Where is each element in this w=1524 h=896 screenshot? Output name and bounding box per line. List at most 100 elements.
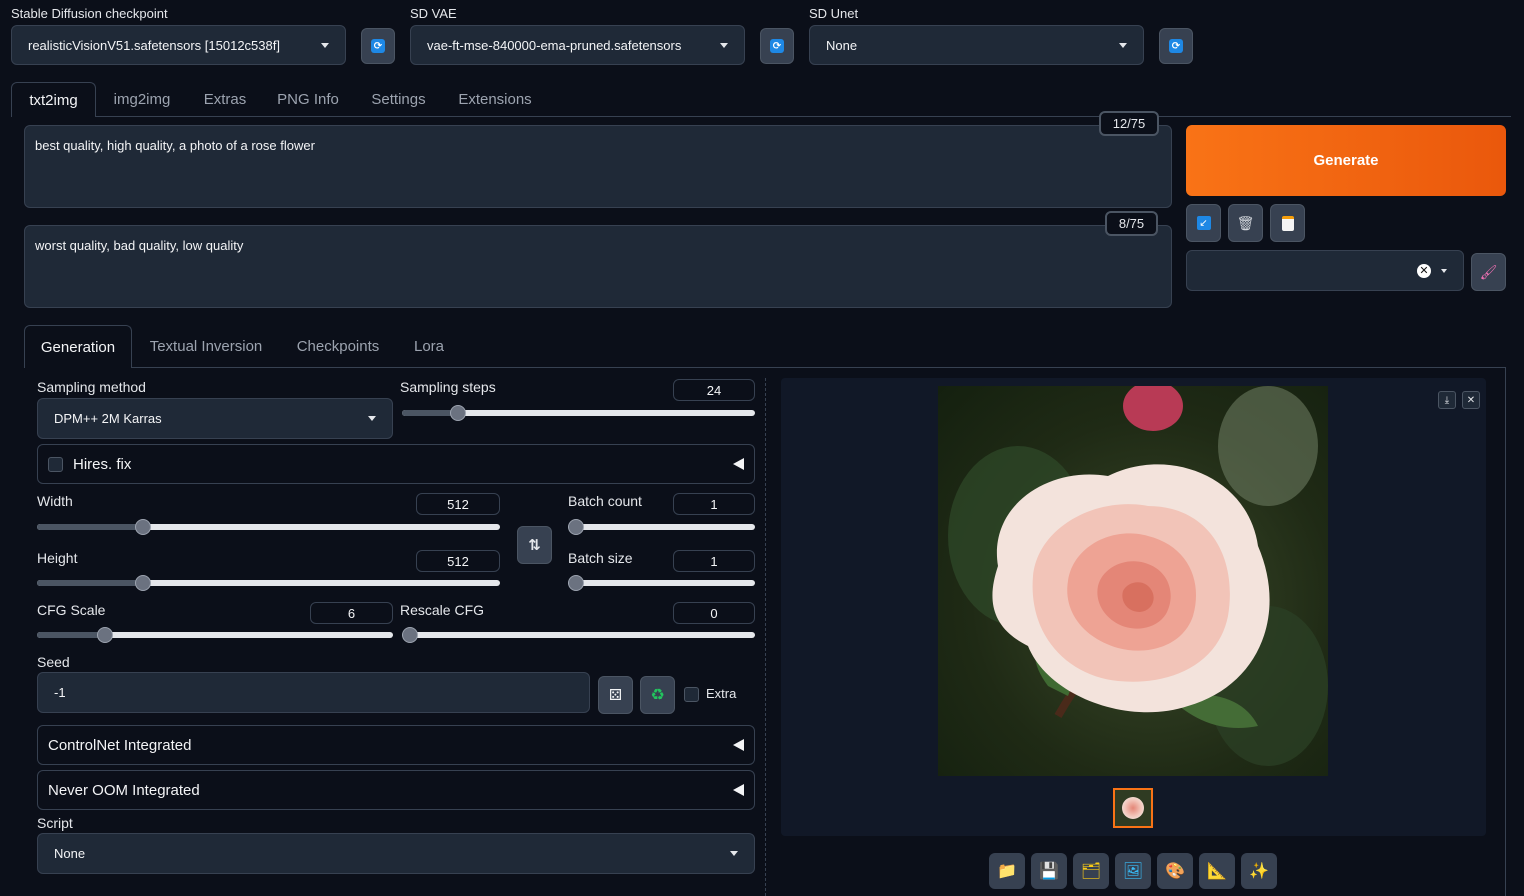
batch-size-slider[interactable] [568,575,755,591]
batch-size-input[interactable]: 1 [673,550,755,572]
rescale-cfg-slider[interactable] [402,627,755,643]
prompt-text: best quality, high quality, a photo of a… [35,138,315,153]
swap-dimensions-button[interactable]: ⇅ [517,526,552,564]
never-oom-accordion[interactable]: Never OOM Integrated [37,770,755,810]
send-to-inpaint-button[interactable]: 🎨 [1157,853,1193,889]
seed-value: -1 [54,685,66,700]
clear-icon[interactable]: ✕ [1417,263,1431,278]
tab-txt2img[interactable]: txt2img [11,82,96,117]
batch-count-label: Batch count [568,493,642,509]
refresh-vae-button[interactable]: ⟳ [760,28,794,64]
width-label: Width [37,493,73,509]
reuse-seed-button[interactable]: ♻ [640,676,675,714]
edit-styles-button[interactable]: 🖌 [1471,253,1506,291]
chevron-down-icon [730,851,738,856]
random-seed-button[interactable]: ⚄ [598,676,633,714]
sampling-method-dropdown[interactable]: DPM++ 2M Karras [37,398,393,439]
close-icon: ✕ [1466,394,1476,406]
generate-button[interactable]: Generate [1186,125,1506,196]
cfg-scale-input[interactable]: 6 [310,602,393,624]
tab-lora[interactable]: Lora [402,325,456,368]
prompt-textarea[interactable]: best quality, high quality, a photo of a… [24,125,1172,208]
slider-thumb[interactable] [135,519,152,535]
image-thumbnail[interactable] [1113,788,1153,828]
collapse-triangle-icon [733,739,744,751]
slider-thumb[interactable] [96,627,113,643]
zip-icon: 🗂 [1080,863,1102,880]
hires-fix-checkbox[interactable] [48,456,63,472]
swap-icon: ⇅ [528,537,541,554]
script-label: Script [37,815,73,831]
collapse-triangle-icon [733,784,744,796]
refresh-unet-button[interactable]: ⟳ [1159,28,1193,64]
slider-thumb[interactable] [135,575,152,591]
seed-input[interactable]: -1 [37,672,590,713]
tab-settings[interactable]: Settings [356,82,441,117]
clipboard-button[interactable] [1270,204,1305,242]
hires-fix-accordion[interactable]: Hires. fix [37,444,755,484]
slider-thumb[interactable] [568,575,584,591]
column-divider [765,378,766,896]
unet-value: None [826,37,858,53]
folder-icon: 📁 [997,863,1017,880]
prompt-token-counter: 12/75 [1099,111,1159,136]
width-slider[interactable] [37,519,500,535]
sampling-steps-slider[interactable] [402,405,755,421]
thumbnail-image [1122,797,1144,819]
save-button[interactable]: 💾 [1031,853,1067,889]
upscale-button[interactable]: ✨ [1241,853,1277,889]
sampling-method-label: Sampling method [37,379,146,395]
send-to-extras-button[interactable]: 📐 [1199,853,1235,889]
slider-fill [37,524,144,530]
image-icon: 🖼 [1122,863,1144,880]
slider-thumb[interactable] [450,405,467,421]
generated-image[interactable] [938,386,1328,776]
negative-prompt-textarea[interactable]: worst quality, bad quality, low quality [24,225,1172,308]
chevron-down-icon [1119,42,1127,48]
trash-button[interactable]: 🗑 [1228,204,1263,242]
controlnet-label: ControlNet Integrated [48,736,192,754]
negative-prompt-token-counter: 8/75 [1105,211,1158,236]
slider-thumb[interactable] [568,519,584,535]
download-icon: ⤓ [1444,394,1450,406]
close-image-button[interactable]: ✕ [1462,391,1480,409]
batch-count-slider[interactable] [568,519,755,535]
slider-thumb[interactable] [402,627,418,643]
download-image-button[interactable]: ⤓ [1438,391,1456,409]
cfg-scale-slider[interactable] [37,627,393,643]
zip-button[interactable]: 🗂 [1073,853,1109,889]
tab-textual-inversion[interactable]: Textual Inversion [138,325,274,368]
vae-dropdown[interactable]: vae-ft-mse-840000-ema-pruned.safetensors [410,25,745,65]
palette-icon: 🎨 [1165,863,1185,880]
unet-dropdown[interactable]: None [809,25,1144,65]
sampling-steps-input[interactable]: 24 [673,379,755,401]
send-to-img2img-button[interactable]: 🖼 [1115,853,1151,889]
slider-fill [37,632,105,638]
refresh-checkpoint-button[interactable]: ⟳ [361,28,395,64]
tab-generation[interactable]: Generation [24,325,132,368]
tab-img2img[interactable]: img2img [98,82,186,117]
clipboard-icon [1281,215,1294,231]
height-label: Height [37,550,78,566]
height-input[interactable]: 512 [416,550,500,572]
tab-checkpoints[interactable]: Checkpoints [284,325,392,368]
extra-checkbox[interactable] [684,687,699,702]
height-slider[interactable] [37,575,500,591]
checkpoint-dropdown[interactable]: realisticVisionV51.safetensors [15012c53… [11,25,346,65]
read-params-button[interactable]: ↙ [1186,204,1221,242]
width-input[interactable]: 512 [416,493,500,515]
styles-dropdown[interactable]: ✕ [1186,250,1464,291]
tab-extensions[interactable]: Extensions [445,82,545,117]
open-folder-button[interactable]: 📁 [989,853,1025,889]
batch-count-input[interactable]: 1 [673,493,755,515]
tab-extras[interactable]: Extras [190,82,260,117]
controlnet-accordion[interactable]: ControlNet Integrated [37,725,755,765]
chevron-down-icon [720,42,728,48]
rescale-cfg-input[interactable]: 0 [673,602,755,624]
script-dropdown[interactable]: None [37,833,755,874]
tab-png-info[interactable]: PNG Info [264,82,352,117]
refresh-icon: ⟳ [1169,39,1183,53]
sparkle-icon: ✨ [1249,863,1269,880]
panel-border [1505,367,1506,896]
brush-icon: 🖌 [1479,263,1498,280]
